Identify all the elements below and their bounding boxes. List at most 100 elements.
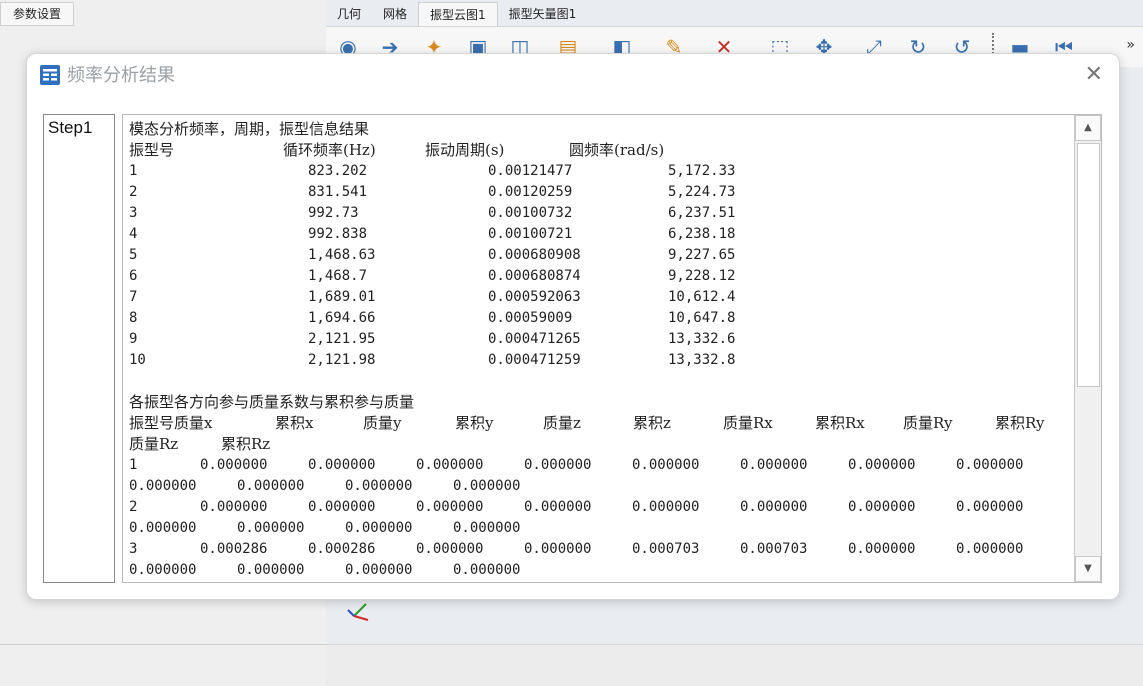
mass-value: 0.000000 [632, 457, 700, 473]
table-row: 3 0.000286 0.000286 0.000000 0.000000 0.00070… [129, 539, 1073, 560]
tab-mesh[interactable]: 网格 [372, 2, 418, 26]
mass-value: 0.000000 [129, 562, 197, 578]
header-mode: 振型号 [129, 141, 175, 159]
mode-number: 10 [129, 352, 146, 368]
table-row-continued: 0.000000 0.000000 0.000000 0.000000 [129, 476, 1073, 497]
result-text-area[interactable]: 模态分析频率，周期，振型信息结果 振型号 循环频率(Hz) 振动周期(s) 圆频… [122, 114, 1102, 583]
tab-mode-contour[interactable]: 振型云图1 [418, 2, 498, 27]
circular-frequency: 6,237.51 [668, 205, 736, 221]
mass-value: 0.000000 [956, 499, 1024, 515]
mass-value: 0.000000 [453, 478, 521, 494]
table-icon [40, 65, 60, 85]
period: 0.00121477 [488, 163, 573, 179]
mass-value: 0.000000 [740, 499, 808, 515]
mode-number: 5 [129, 247, 138, 263]
circular-frequency: 9,228.12 [668, 268, 736, 284]
mass-value: 0.000000 [129, 520, 197, 536]
cyclic-frequency: 992.838 [308, 226, 368, 242]
mode-number: 3 [129, 541, 138, 557]
header-mode-mass-x: 振型号质量x [129, 414, 213, 432]
circular-frequency: 9,227.65 [668, 247, 736, 263]
cyclic-frequency: 831.541 [308, 184, 368, 200]
mass-value: 0.000000 [416, 499, 484, 515]
mass-value: 0.000000 [345, 478, 413, 494]
table-row: 10 2,121.98 0.000471259 13,332.8 [129, 350, 1073, 371]
step-item[interactable]: Step1 [44, 115, 114, 141]
header-period: 振动周期(s) [425, 141, 505, 159]
mass-value: 0.000000 [416, 457, 484, 473]
scroll-thumb[interactable] [1077, 143, 1100, 387]
mass-header-cell: 累积x [275, 414, 314, 432]
table-row: 1 0.000000 0.000000 0.000000 0.000000 0.00000… [129, 455, 1073, 476]
mass-value: 0.000000 [632, 499, 700, 515]
table-row: 7 1,689.01 0.000592063 10,612.4 [129, 287, 1073, 308]
cyclic-frequency: 2,121.95 [308, 331, 376, 347]
table-row: 2 831.541 0.00120259 5,224.73 [129, 182, 1073, 203]
mass-value: 0.000000 [524, 457, 592, 473]
mass-value: 0.000000 [416, 541, 484, 557]
result-content: 模态分析频率，周期，振型信息结果 振型号 循环频率(Hz) 振动周期(s) 圆频… [129, 119, 1073, 581]
mass-value: 0.000000 [237, 520, 305, 536]
tab-mode-vector[interactable]: 振型矢量图1 [498, 2, 588, 26]
cyclic-frequency: 992.73 [308, 205, 359, 221]
tab-params[interactable]: 参数设置 [0, 2, 74, 26]
cyclic-frequency: 1,468.63 [308, 247, 376, 263]
mass-value: 0.000000 [345, 520, 413, 536]
period: 0.000680908 [488, 247, 581, 263]
mass-value: 0.000000 [345, 562, 413, 578]
table-row: 1 823.202 0.00121477 5,172.33 [129, 161, 1073, 182]
mass-rows: 1 0.000000 0.000000 0.000000 0.000000 0.00000… [129, 455, 1073, 581]
circular-frequency: 10,612.4 [668, 289, 736, 305]
cyclic-frequency: 823.202 [308, 163, 368, 179]
dialog-title: 频率分析结果 [67, 65, 175, 86]
period: 0.00120259 [488, 184, 573, 200]
header-circular-freq: 圆频率(rad/s) [569, 141, 665, 159]
table-row-continued: 0.000000 0.000000 0.000000 0.000000 [129, 560, 1073, 581]
period: 0.00059009 [488, 310, 573, 326]
cyclic-frequency: 1,689.01 [308, 289, 376, 305]
mode-number: 8 [129, 310, 138, 326]
mass-value: 0.000000 [129, 478, 197, 494]
freq-section-title: 模态分析频率，周期，振型信息结果 [129, 120, 370, 138]
mass-value: 0.000000 [740, 457, 808, 473]
axis-triad-icon [347, 603, 369, 621]
table-row-continued: 0.000000 0.000000 0.000000 0.000000 [129, 518, 1073, 539]
mass-header-row: 振型号质量x 累积x 质量y 累积y 质量z 累积z 质量Rx 累积Rx 质量Ry 累积Ry [129, 413, 1073, 434]
close-icon[interactable]: ✕ [1085, 64, 1103, 86]
mass-value: 0.000703 [632, 541, 700, 557]
freq-rows: 1 823.202 0.00121477 5,172.33 2 831.541 0.0012… [129, 161, 1073, 371]
mass-header-cell: 质量Rx [723, 414, 773, 432]
tab-geometry[interactable]: 几何 [326, 2, 372, 26]
mode-number: 1 [129, 457, 138, 473]
table-row: 4 992.838 0.00100721 6,238.18 [129, 224, 1073, 245]
mass-header-cell: 累积Rx [815, 414, 865, 432]
table-row: 8 1,694.66 0.00059009 10,647.8 [129, 308, 1073, 329]
more-tools-icon[interactable]: » [1126, 37, 1135, 53]
scroll-up-icon[interactable]: ▲ [1075, 115, 1101, 141]
table-row: 3 992.73 0.00100732 6,237.51 [129, 203, 1073, 224]
mode-number: 9 [129, 331, 138, 347]
period: 0.000471265 [488, 331, 581, 347]
header-cyclic-freq: 循环频率(Hz) [283, 141, 376, 159]
mass-value: 0.000000 [308, 457, 376, 473]
circular-frequency: 13,332.6 [668, 331, 736, 347]
mass-header-cell: 质量Rz [129, 435, 179, 453]
period: 0.00100732 [488, 205, 573, 221]
cyclic-frequency: 2,121.98 [308, 352, 376, 368]
mass-value: 0.000000 [848, 541, 916, 557]
mode-number: 2 [129, 499, 138, 515]
vertical-scrollbar[interactable]: ▲ ▼ [1074, 115, 1101, 582]
mass-value: 0.000000 [237, 562, 305, 578]
cyclic-frequency: 1,468.7 [308, 268, 368, 284]
table-row: 5 1,468.63 0.000680908 9,227.65 [129, 245, 1073, 266]
step-list: Step1 [43, 114, 115, 583]
scroll-down-icon[interactable]: ▼ [1075, 556, 1101, 582]
mode-number: 4 [129, 226, 138, 242]
frequency-result-dialog: 频率分析结果 ✕ Step1 模态分析频率，周期，振型信息结果 振型号 循环频率… [26, 53, 1120, 600]
cyclic-frequency: 1,694.66 [308, 310, 376, 326]
table-row: 2 0.000000 0.000000 0.000000 0.000000 0.00000… [129, 497, 1073, 518]
mass-header-cell: 累积Ry [995, 414, 1045, 432]
mass-header-cell: 质量Ry [903, 414, 953, 432]
mass-value: 0.000000 [453, 562, 521, 578]
freq-header-row: 振型号 循环频率(Hz) 振动周期(s) 圆频率(rad/s) [129, 140, 1073, 161]
